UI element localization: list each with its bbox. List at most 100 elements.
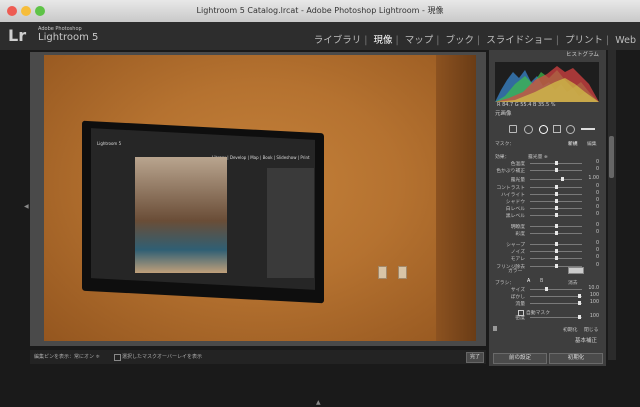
filmstrip-toggle-icon[interactable]: ▲: [316, 399, 321, 406]
overlay-checkbox[interactable]: [114, 354, 121, 361]
slider-value[interactable]: 0: [586, 212, 599, 217]
slider-value[interactable]: 0: [586, 184, 599, 189]
spot-removal-icon[interactable]: [524, 125, 533, 134]
left-panel-toggle-icon[interactable]: ◀: [24, 203, 29, 210]
brush-setting-value[interactable]: 10.0: [584, 286, 599, 291]
slider-value[interactable]: 0: [586, 191, 599, 196]
slider-value[interactable]: 0: [586, 223, 599, 228]
zoom-window-button[interactable]: [35, 6, 45, 16]
reset-all-button[interactable]: 初期化: [549, 353, 603, 364]
slider-label: 彩度: [515, 231, 525, 237]
red-eye-icon[interactable]: [539, 125, 548, 134]
module-book[interactable]: ブック: [446, 35, 475, 46]
brush-erase-button[interactable]: 消去: [568, 279, 578, 286]
slider-knob[interactable]: [555, 206, 558, 211]
basic-panel-title[interactable]: 基本補正: [575, 337, 597, 346]
slider-value[interactable]: 0: [586, 230, 599, 235]
slider-knob[interactable]: [555, 230, 558, 235]
module-slideshow[interactable]: スライドショー: [486, 35, 553, 46]
slider-knob[interactable]: [555, 263, 558, 268]
panel-switch-icon[interactable]: [493, 326, 497, 331]
brush-label: ブラシ：: [495, 281, 515, 286]
minimize-window-button[interactable]: [21, 6, 31, 16]
close-window-button[interactable]: [7, 6, 17, 16]
module-develop[interactable]: 現像: [374, 35, 393, 46]
slider-knob[interactable]: [555, 168, 558, 173]
graduated-filter-icon[interactable]: [553, 125, 561, 133]
tv-right-panel: [267, 168, 314, 278]
brush-setting-knob[interactable]: [578, 301, 581, 305]
brand-big: Lightroom 5: [38, 32, 99, 43]
slider-knob[interactable]: [555, 184, 558, 189]
slider-label: 色かぶり補正: [496, 169, 525, 175]
slider-knob[interactable]: [555, 242, 558, 246]
slider-value[interactable]: 0: [586, 167, 599, 172]
color-swatch[interactable]: [568, 267, 584, 274]
brush-setting-knob[interactable]: [545, 287, 548, 291]
brush-setting-track[interactable]: [530, 317, 582, 318]
slider-label: シャープ: [506, 243, 525, 248]
slider-value[interactable]: 0: [586, 248, 599, 253]
slider-label: 色温度: [510, 162, 525, 167]
show-edit-pins[interactable]: 編集ピンを表示：常にオン ≑: [34, 353, 100, 360]
slider-label: 白レベル: [505, 207, 525, 213]
brush-setting-track[interactable]: [530, 303, 582, 304]
brush-a-button[interactable]: A: [527, 279, 530, 284]
brush-setting-track[interactable]: [530, 296, 582, 297]
reset-button[interactable]: 初期化: [563, 326, 577, 333]
slider-label: コントラスト: [496, 185, 525, 191]
brush-setting-value[interactable]: 100: [584, 300, 599, 305]
module-map[interactable]: マップ: [405, 35, 434, 46]
slider-knob[interactable]: [555, 249, 558, 254]
mask-edit-button[interactable]: 編集: [587, 140, 597, 147]
slider-knob[interactable]: [555, 223, 558, 228]
histogram-title: ヒストグラム: [566, 52, 599, 58]
slider-knob[interactable]: [561, 177, 564, 182]
brush-setting-knob[interactable]: [578, 315, 581, 319]
histogram: [495, 62, 599, 102]
lightroom-logo: Lr: [8, 26, 27, 45]
slider-value[interactable]: 0: [586, 241, 599, 246]
brush-setting-value[interactable]: 100: [584, 293, 599, 298]
slider-value[interactable]: 0: [586, 263, 599, 268]
scrollbar-thumb[interactable]: [609, 136, 614, 178]
slider-knob[interactable]: [555, 161, 558, 165]
auto-mask-checkbox[interactable]: [518, 310, 524, 316]
slider-label: モアレ: [510, 257, 525, 263]
adjustment-brush-icon[interactable]: [581, 128, 595, 130]
radial-filter-icon[interactable]: [566, 125, 575, 134]
mask-new-button[interactable]: 新規: [568, 140, 578, 147]
brush-setting-knob[interactable]: [578, 294, 581, 298]
tv-screen-title: Lightroom 5: [97, 141, 122, 146]
slider-knob[interactable]: [555, 256, 558, 261]
window-title: Lightroom 5 Catalog.lrcat - Adobe Photos…: [196, 6, 444, 15]
slider-label: 露光量: [510, 178, 525, 184]
brush-b-button[interactable]: B: [540, 279, 543, 284]
slider-knob[interactable]: [555, 213, 558, 218]
right-panel-scrollbar[interactable]: [608, 50, 616, 360]
previous-settings-button[interactable]: 前の設定: [493, 353, 547, 364]
slider-value[interactable]: 0: [586, 205, 599, 210]
brush-setting-label: 流量: [515, 302, 525, 307]
crop-tool-icon[interactable]: [509, 125, 517, 133]
slider-knob[interactable]: [555, 199, 558, 203]
slider-track[interactable]: [530, 179, 582, 181]
brush-setting-track[interactable]: [530, 289, 582, 290]
slider-value[interactable]: 0: [586, 198, 599, 203]
slider-label: 黒レベル: [505, 214, 525, 220]
module-library[interactable]: ライブラリ: [314, 35, 362, 46]
slider-knob[interactable]: [555, 191, 558, 196]
slider-value[interactable]: 0: [586, 160, 599, 165]
module-web[interactable]: Web: [615, 35, 636, 46]
brush-setting-value[interactable]: 100: [584, 314, 599, 319]
close-button[interactable]: 閉じる: [584, 326, 598, 333]
module-print[interactable]: プリント: [565, 35, 603, 46]
color-label: カラー: [508, 269, 523, 274]
effect-preset-dropdown[interactable]: 露光量 ≑: [528, 153, 548, 160]
done-button[interactable]: 完了: [466, 352, 484, 363]
slider-value[interactable]: 1.00: [586, 176, 599, 181]
slider-value[interactable]: 0: [586, 255, 599, 260]
slider-label: ハイライト: [501, 192, 525, 198]
brush-setting-label: ぼかし: [510, 295, 525, 300]
wall-outlet-right: [398, 266, 407, 279]
